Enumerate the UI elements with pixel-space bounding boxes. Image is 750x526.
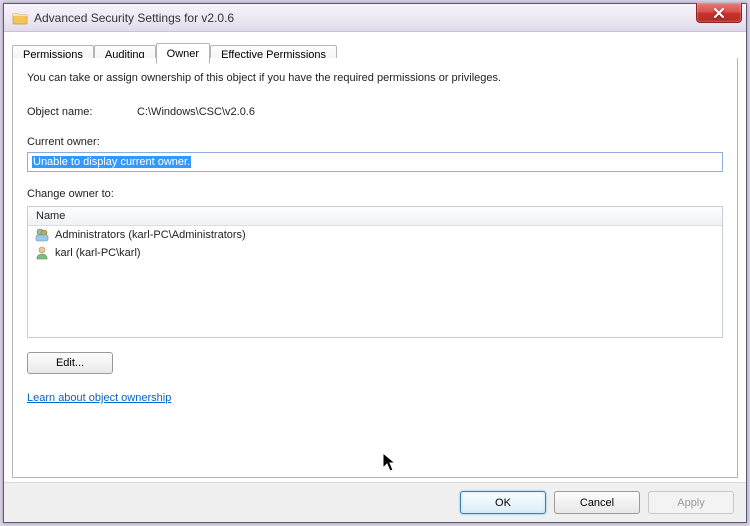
list-item[interactable]: karl (karl-PC\karl) [28, 244, 722, 262]
owner-listbox[interactable]: Name Administrators (karl-PC\Administrat… [27, 206, 723, 338]
user-icon [34, 245, 50, 261]
change-owner-label: Change owner to: [27, 188, 723, 200]
folder-icon [12, 10, 28, 26]
current-owner-field[interactable]: Unable to display current owner. [27, 152, 723, 172]
intro-text: You can take or assign ownership of this… [27, 72, 723, 84]
owner-panel: You can take or assign ownership of this… [12, 58, 738, 478]
dialog-window: Advanced Security Settings for v2.0.6 Pe… [3, 3, 747, 523]
object-name-value: C:\Windows\CSC\v2.0.6 [137, 106, 255, 118]
current-owner-label: Current owner: [27, 136, 723, 148]
window-title: Advanced Security Settings for v2.0.6 [34, 11, 746, 25]
close-button[interactable] [696, 3, 742, 23]
object-name-label: Object name: [27, 106, 137, 118]
apply-button[interactable]: Apply [648, 491, 734, 514]
close-icon [713, 8, 725, 18]
list-item[interactable]: Administrators (karl-PC\Administrators) [28, 226, 722, 244]
list-header-name[interactable]: Name [28, 207, 722, 226]
titlebar: Advanced Security Settings for v2.0.6 [4, 4, 746, 32]
list-item-label: Administrators (karl-PC\Administrators) [55, 229, 246, 241]
group-icon [34, 227, 50, 243]
cancel-button[interactable]: Cancel [554, 491, 640, 514]
learn-link[interactable]: Learn about object ownership [27, 392, 171, 404]
ok-button[interactable]: OK [460, 491, 546, 514]
tab-owner[interactable]: Owner [156, 43, 210, 64]
edit-button[interactable]: Edit... [27, 352, 113, 374]
list-item-label: karl (karl-PC\karl) [55, 247, 141, 259]
current-owner-value: Unable to display current owner. [32, 156, 191, 168]
dialog-footer: OK Cancel Apply [4, 482, 746, 522]
